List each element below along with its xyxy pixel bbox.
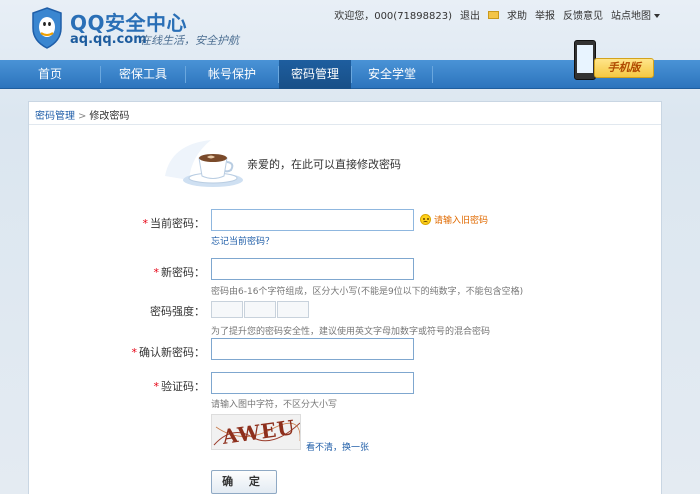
new-password-label: * 新密码： [85, 264, 206, 280]
required-mark: * [153, 266, 160, 279]
submit-button[interactable]: 确 定 [211, 470, 277, 494]
logo-domain: aq.qq.com [70, 32, 147, 47]
logo-slogan: 在线生活，安全护航 [140, 34, 239, 47]
breadcrumb-current: 修改密码 [89, 111, 130, 122]
current-password-input[interactable] [211, 209, 414, 231]
captcha-hint: 请输入图中字符，不区分大小写 [211, 400, 338, 410]
new-password-hint: 密码由6-16个字符组成，区分大小写(不能是9位以下的纯数字，不能包含空格) [211, 287, 524, 297]
captcha-refresh-link[interactable]: 看不清，换一张 [306, 440, 369, 453]
nav-item-account-protection[interactable]: 帐号保护 [186, 60, 278, 89]
phone-icon [574, 40, 596, 80]
strength-segment-medium [244, 301, 276, 318]
mobile-version-label: 手机版 [594, 58, 654, 78]
captcha-input[interactable] [211, 372, 414, 394]
required-mark: * [153, 380, 160, 393]
captcha-label-text: 验证码： [161, 380, 205, 393]
captcha-label: * 验证码： [85, 378, 206, 394]
nav-item-security-tools[interactable]: 密保工具 [101, 60, 185, 89]
welcome-text: 欢迎您，000(71898823) [334, 11, 452, 22]
required-mark: * [131, 346, 138, 359]
sitemap-label: 站点地图 [611, 11, 651, 22]
breadcrumb-parent-link[interactable]: 密码管理 [35, 111, 75, 122]
mail-icon[interactable] [488, 10, 499, 19]
mobile-version-badge[interactable]: 手机版 [566, 40, 658, 84]
confirm-password-input[interactable] [211, 338, 414, 360]
confirm-password-label: * 确认新密码： [85, 344, 206, 360]
forgot-password-link[interactable]: 忘记当前密码？ [211, 234, 274, 247]
nav-item-password-management[interactable]: 密码管理 [279, 60, 351, 89]
password-strength-label: 密码强度： [150, 305, 205, 318]
breadcrumb: 密码管理 > 修改密码 [35, 107, 129, 122]
current-password-warning: 请输入旧密码 [420, 213, 488, 226]
breadcrumb-separator-icon: > [78, 111, 87, 122]
password-strength-hint: 为了提升您的密码安全性，建议使用英文字母加数字或符号的混合密码 [211, 327, 491, 337]
intro-text: 亲爱的，在此可以直接修改密码 [247, 158, 401, 171]
qq-shield-logo-icon [32, 7, 62, 49]
nav-item-home[interactable]: 首页 [0, 60, 100, 89]
feedback-link[interactable]: 反馈意见 [563, 7, 603, 22]
warning-face-icon [420, 214, 431, 225]
breadcrumb-divider [29, 124, 661, 125]
confirm-password-label-text: 确认新密码： [139, 346, 205, 359]
content-panel: 密码管理 > 修改密码 亲爱的，在此可以直接修改密码 * 当前密码： 请输入旧密码 忘… [28, 101, 662, 494]
chevron-down-icon [654, 14, 660, 18]
logout-link[interactable]: 退出 [460, 7, 480, 22]
current-password-label: * 当前密码： [85, 215, 206, 231]
new-password-label-text: 新密码： [161, 266, 205, 279]
strength-segment-weak [211, 301, 243, 318]
new-password-input[interactable] [211, 258, 414, 280]
current-password-label-text: 当前密码： [150, 217, 205, 230]
help-link[interactable]: 求助 [507, 7, 527, 22]
required-mark: * [142, 217, 149, 230]
password-strength-meter [211, 301, 310, 318]
captcha-image[interactable]: AWEU [211, 414, 301, 450]
coffee-cup-icon [165, 140, 243, 187]
nav-divider [432, 66, 433, 83]
sitemap-link[interactable]: 站点地图 [611, 7, 660, 22]
current-password-warning-text: 请输入旧密码 [434, 216, 489, 226]
strength-segment-strong [277, 301, 309, 318]
top-links: 欢迎您，000(71898823) 退出 求助 举报 反馈意见 站点地图 [334, 7, 660, 22]
nav-item-security-school[interactable]: 安全学堂 [352, 60, 432, 89]
report-link[interactable]: 举报 [535, 7, 555, 22]
